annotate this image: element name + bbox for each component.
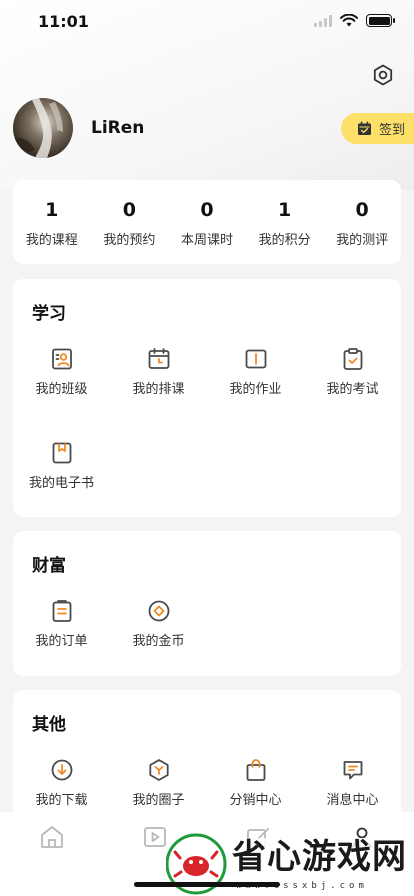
wealth-section: 财富 我的订单 我的金币 xyxy=(13,531,401,676)
status-bar: 11:01 xyxy=(0,0,414,44)
stat-label: 我的预约 xyxy=(103,233,156,248)
section-title: 其他 xyxy=(32,715,66,735)
settings-button[interactable] xyxy=(370,62,396,88)
stat-my-points[interactable]: 1 我的积分 xyxy=(246,180,324,264)
my-exam-button[interactable]: 我的考试 xyxy=(304,345,401,439)
item-label: 我的电子书 xyxy=(28,476,94,491)
stat-value: 1 xyxy=(277,199,292,221)
checkin-button[interactable]: 签到 xyxy=(341,113,414,144)
stat-my-appointments[interactable]: 0 我的预约 xyxy=(91,180,169,264)
item-label: 我的考试 xyxy=(326,382,379,397)
stat-value: 0 xyxy=(122,199,136,221)
stat-label: 我的课程 xyxy=(25,233,78,248)
item-label: 我的金币 xyxy=(132,634,185,649)
my-orders-button[interactable]: 我的订单 xyxy=(13,597,110,691)
wifi-icon xyxy=(340,14,358,27)
item-label: 我的下载 xyxy=(35,793,88,808)
signal-icon xyxy=(314,14,332,27)
class-icon xyxy=(51,348,72,370)
avatar-image xyxy=(13,98,63,158)
order-icon xyxy=(52,600,71,622)
stats-card: 1 我的课程 0 我的预约 0 本周课时 1 我的积分 0 我的测评 xyxy=(13,180,401,264)
clipboard-check-icon xyxy=(343,348,362,370)
item-label: 我的作业 xyxy=(229,382,282,397)
checkin-label: 签到 xyxy=(379,123,406,138)
home-indicator xyxy=(134,882,280,887)
status-time: 11:01 xyxy=(38,12,89,31)
stat-value: 1 xyxy=(45,199,59,221)
play-icon xyxy=(144,827,166,847)
item-label: 我的订单 xyxy=(35,634,88,649)
tab-home[interactable] xyxy=(37,822,67,852)
coin-icon xyxy=(148,600,169,622)
my-schedule-button[interactable]: 我的排课 xyxy=(110,345,207,439)
item-label: 我的圈子 xyxy=(132,793,185,808)
study-section: 学习 我的班级 我的排课 我的作业 我的考试 我的电子书 xyxy=(13,279,401,517)
message-icon xyxy=(343,761,362,780)
my-coins-button[interactable]: 我的金币 xyxy=(110,597,207,691)
stat-label: 我的测评 xyxy=(336,233,389,248)
item-label: 消息中心 xyxy=(326,793,379,808)
ebook-icon xyxy=(52,442,71,464)
calendar-check-icon xyxy=(358,121,371,135)
stat-value: 0 xyxy=(355,199,369,221)
section-title: 财富 xyxy=(32,556,66,576)
settings-icon xyxy=(373,64,393,86)
home-icon xyxy=(41,826,63,848)
stat-label: 我的积分 xyxy=(258,233,311,248)
section-title: 学习 xyxy=(32,304,66,324)
watermark-text: 省心游戏网 xyxy=(232,837,407,877)
item-label: 我的班级 xyxy=(35,382,88,397)
item-label: 我的排课 xyxy=(132,382,185,397)
stat-value: 0 xyxy=(200,199,214,221)
battery-icon xyxy=(366,14,395,27)
stat-my-assessments[interactable]: 0 我的测评 xyxy=(323,180,401,264)
my-ebook-button[interactable]: 我的电子书 xyxy=(13,439,110,533)
my-homework-button[interactable]: 我的作业 xyxy=(207,345,304,439)
stat-weekly-hours[interactable]: 0 本周课时 xyxy=(168,180,246,264)
avatar[interactable] xyxy=(13,98,73,158)
my-class-button[interactable]: 我的班级 xyxy=(13,345,110,439)
item-label: 分销中心 xyxy=(229,793,282,808)
shopping-bag-icon xyxy=(246,759,265,781)
circle-icon xyxy=(148,759,169,781)
stat-my-courses[interactable]: 1 我的课程 xyxy=(13,180,91,264)
stat-label: 本周课时 xyxy=(180,233,233,248)
download-icon xyxy=(51,759,72,781)
book-icon xyxy=(245,349,266,369)
calendar-icon xyxy=(148,348,169,369)
other-section: 其他 我的下载 我的圈子 分销中心 消息中心 xyxy=(13,690,401,830)
username: LiRen xyxy=(91,118,145,138)
